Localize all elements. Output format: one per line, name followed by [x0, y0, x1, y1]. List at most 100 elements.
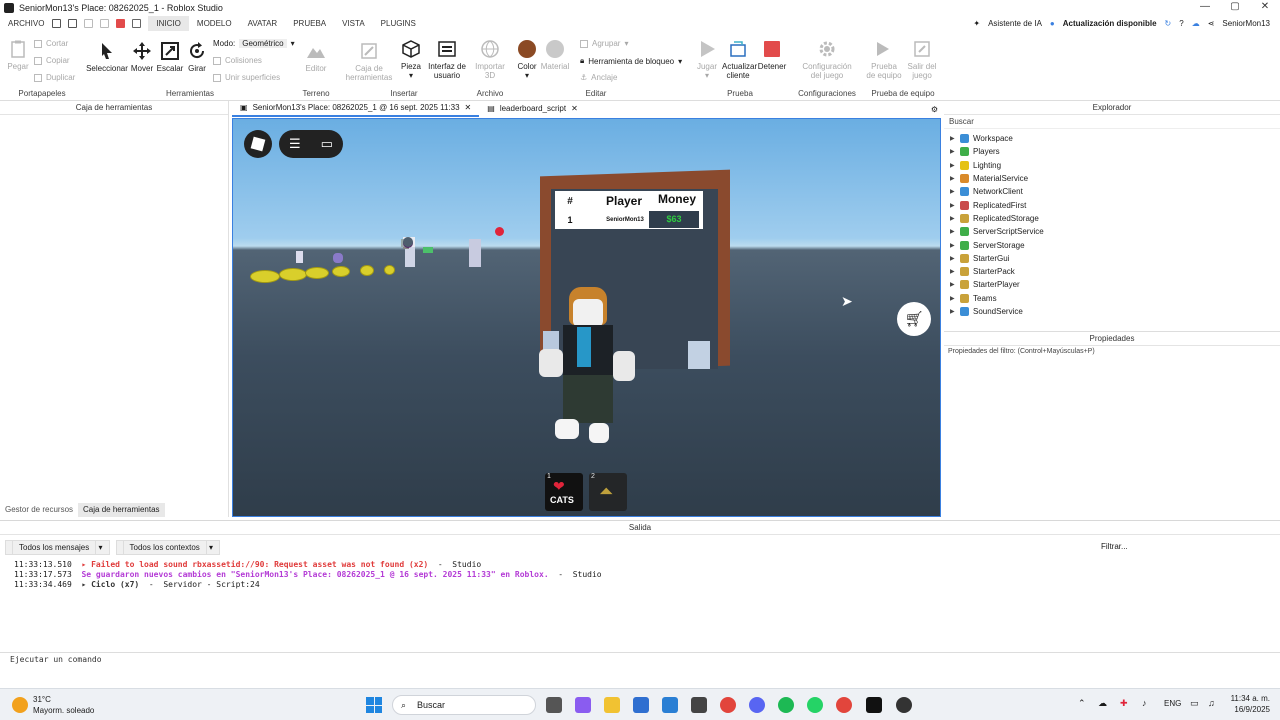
- app-tray-icon[interactable]: ✚: [1120, 698, 1128, 709]
- user-name[interactable]: SeniorMon13: [1222, 19, 1270, 28]
- weather-temp[interactable]: 31°C: [33, 695, 51, 704]
- cut-button[interactable]: Cortar: [34, 39, 68, 48]
- paste-button[interactable]: Pegar: [6, 39, 30, 71]
- task-view-icon[interactable]: [546, 697, 562, 713]
- windows-start-icon[interactable]: [366, 697, 382, 713]
- save-icon[interactable]: [68, 19, 78, 28]
- rotate-button[interactable]: Girar: [184, 41, 210, 73]
- explorer-node[interactable]: ▶ MaterialService: [950, 172, 1280, 185]
- cloud-icon[interactable]: ☁: [1098, 698, 1107, 709]
- chevron-up-icon[interactable]: ⌃: [1078, 698, 1086, 709]
- chevron-right-icon[interactable]: ▶: [950, 175, 956, 182]
- chevron-right-icon[interactable]: ▶: [950, 281, 956, 288]
- chevron-right-icon[interactable]: ▶: [950, 308, 956, 315]
- explorer-node[interactable]: ▶ Teams: [950, 292, 1280, 305]
- chevron-right-icon[interactable]: ▶: [950, 135, 956, 142]
- new-file-icon[interactable]: [52, 19, 62, 28]
- volume-icon[interactable]: ♫: [1208, 698, 1215, 708]
- weather-desc[interactable]: Mayorm. soleado: [33, 706, 94, 715]
- clock-date[interactable]: 16/9/2025: [1228, 705, 1270, 714]
- menu-avatar[interactable]: AVATAR: [240, 16, 286, 31]
- tab-toolbox[interactable]: Caja de herramientas: [78, 503, 165, 517]
- chevron-right-icon[interactable]: ▶: [950, 255, 956, 262]
- taskbar-search[interactable]: ⌕ Buscar: [392, 695, 536, 715]
- explorer-search[interactable]: Buscar: [944, 115, 1280, 129]
- output-filter-input[interactable]: Filtrar...: [1095, 540, 1275, 555]
- exit-game-button[interactable]: Salir del juego: [904, 39, 940, 80]
- group-button[interactable]: Agrupar ▾: [580, 39, 628, 48]
- menu-prueba[interactable]: PRUEBA: [285, 16, 334, 31]
- team-test-button[interactable]: Prueba de equipo: [866, 39, 902, 80]
- chrome-icon[interactable]: [720, 697, 736, 713]
- explorer-node[interactable]: ▶ NetworkClient: [950, 185, 1280, 198]
- menu-vista[interactable]: VISTA: [334, 16, 373, 31]
- whatsapp-icon[interactable]: [807, 697, 823, 713]
- import-3d-button[interactable]: Importar 3D: [474, 39, 506, 80]
- chrome-profile-icon[interactable]: [836, 697, 852, 713]
- explorer-node[interactable]: ▶ Lighting: [950, 159, 1280, 172]
- user-interface-button[interactable]: Interfaz de usuario: [426, 39, 468, 80]
- explorer-node[interactable]: ▶ ServerStorage: [950, 238, 1280, 251]
- chevron-right-icon[interactable]: ▶: [950, 162, 956, 169]
- terrain-editor-button[interactable]: Editor: [298, 41, 334, 73]
- hotbar-slot-2[interactable]: 2 ⏶: [589, 473, 627, 511]
- gear-icon[interactable]: ⚙: [931, 105, 938, 114]
- cloud-icon[interactable]: ☁: [1192, 19, 1200, 28]
- color-button[interactable]: Color ▾: [514, 39, 540, 80]
- stop-button[interactable]: Detener: [756, 39, 788, 71]
- weather-sun-icon[interactable]: [12, 697, 28, 713]
- duplicate-button[interactable]: Duplicar: [34, 73, 75, 82]
- refresh-icon[interactable]: ↻: [1165, 19, 1172, 28]
- tab-place[interactable]: ▣ SeniorMon13's Place: 08262025_1 @ 16 se…: [232, 100, 480, 117]
- move-button[interactable]: Mover: [128, 41, 156, 73]
- chevron-right-icon[interactable]: ▶: [950, 228, 956, 235]
- update-client-button[interactable]: Actualizar cliente: [722, 39, 757, 80]
- explorer-node[interactable]: ▶ ReplicatedFirst: [950, 198, 1280, 211]
- file-explorer-icon[interactable]: [604, 697, 620, 713]
- explorer-node[interactable]: ▶ Players: [950, 145, 1280, 158]
- lock-tool-button[interactable]: 🔒︎ Herramienta de bloqueo ▾: [580, 56, 682, 66]
- clock-time[interactable]: 11:34 a. m.: [1228, 694, 1270, 703]
- stop-small-icon[interactable]: [116, 19, 126, 28]
- collisions-toggle[interactable]: Colisiones: [213, 56, 262, 65]
- explorer-node[interactable]: ▶ StarterPack: [950, 265, 1280, 278]
- command-bar[interactable]: Ejecutar un comando: [0, 652, 1280, 666]
- tab-asset-manager[interactable]: Gestor de recursos: [0, 503, 78, 517]
- ai-assistant-button[interactable]: Asistente de IA: [988, 19, 1042, 28]
- close-tab-icon[interactable]: ✕: [465, 100, 472, 116]
- chevron-right-icon[interactable]: ▶: [950, 295, 956, 302]
- play-small-icon[interactable]: [100, 19, 110, 28]
- menu-archivo[interactable]: ARCHIVO: [0, 16, 52, 31]
- explorer-node[interactable]: ▶ ServerScriptService: [950, 225, 1280, 238]
- spotify-icon[interactable]: [778, 697, 794, 713]
- unity-icon[interactable]: [691, 697, 707, 713]
- join-surfaces-toggle[interactable]: Unir superficies: [213, 73, 280, 82]
- explorer-node[interactable]: ▶ StarterGui: [950, 252, 1280, 265]
- github-icon[interactable]: [896, 697, 912, 713]
- chevron-right-icon[interactable]: ▶: [950, 215, 956, 222]
- anchor-button[interactable]: ⚓︎ Anclaje: [580, 73, 617, 82]
- copy-button[interactable]: Copiar: [34, 56, 70, 65]
- hotbar-slot-1[interactable]: 1 ❤ CATS: [545, 473, 583, 511]
- chevron-right-icon[interactable]: ▶: [950, 268, 956, 275]
- chevron-right-icon[interactable]: ▶: [950, 202, 956, 209]
- network-icon[interactable]: ▭: [1190, 698, 1199, 709]
- explorer-node[interactable]: ▶ ReplicatedStorage: [950, 212, 1280, 225]
- game-viewport[interactable]: ☰ ▭ # Player Money 1 SeniorMon13 $63 🛒︎ …: [232, 118, 941, 517]
- vscode-icon[interactable]: [662, 697, 678, 713]
- chevron-right-icon[interactable]: ▶: [950, 242, 956, 249]
- maximize-button[interactable]: ▢: [1220, 0, 1250, 14]
- discord-icon[interactable]: [749, 697, 765, 713]
- mic-icon[interactable]: ♪: [1142, 698, 1147, 708]
- hamburger-icon[interactable]: ☰: [289, 136, 301, 152]
- explorer-node[interactable]: ▶ SoundService: [950, 305, 1280, 318]
- menu-inicio[interactable]: INICIO: [148, 16, 189, 31]
- store-icon[interactable]: [633, 697, 649, 713]
- menu-plugins[interactable]: PLUGINS: [373, 16, 424, 31]
- chat-icon[interactable]: ▭: [321, 136, 333, 152]
- play-button[interactable]: Jugar ▾: [694, 39, 720, 80]
- undo-icon[interactable]: [132, 19, 142, 28]
- close-tab-icon[interactable]: ✕: [571, 101, 578, 117]
- part-button[interactable]: Pieza ▾: [398, 39, 424, 80]
- chevron-right-icon[interactable]: ▶: [950, 188, 956, 195]
